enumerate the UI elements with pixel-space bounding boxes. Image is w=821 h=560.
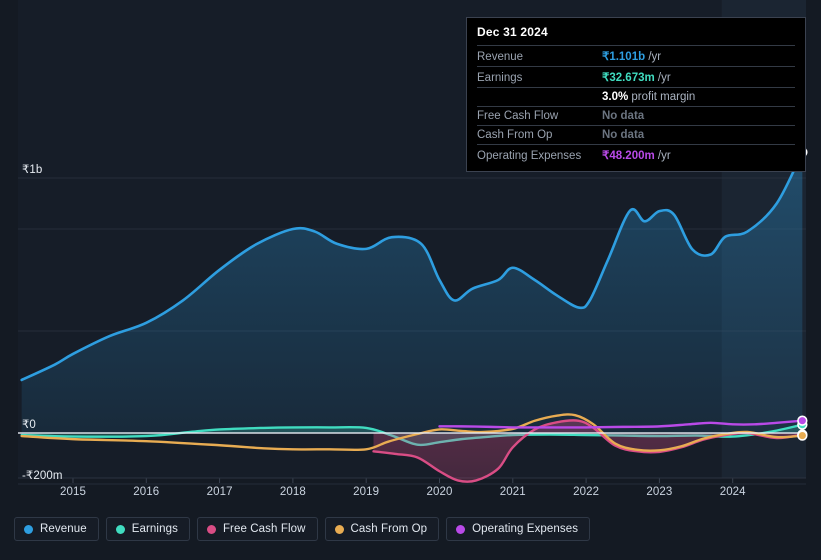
tooltip-row-value: ₹1.101b /yr xyxy=(602,49,661,63)
legend-item-label: Revenue xyxy=(40,523,87,535)
tooltip-row-number: No data xyxy=(602,110,645,122)
x-tick-label: 2023 xyxy=(646,486,673,498)
legend-color-dot-icon xyxy=(24,524,33,534)
legend-item-free-cash-flow[interactable]: Free Cash Flow xyxy=(196,517,318,541)
tooltip-row: 3.0% profit margin xyxy=(477,87,795,106)
tooltip-row-value: ₹48.200m /yr xyxy=(602,148,671,162)
tooltip-row-value: No data xyxy=(602,110,644,122)
tooltip-row-unit: /yr xyxy=(654,72,671,84)
tooltip-row-value: 3.0% profit margin xyxy=(602,91,695,103)
tooltip-row-value: ₹32.673m /yr xyxy=(602,70,671,84)
legend-item-label: Operating Expenses xyxy=(472,523,579,535)
series-end-marker xyxy=(797,415,808,426)
tooltip-row-label: Revenue xyxy=(477,51,524,63)
legend-color-dot-icon xyxy=(456,524,466,534)
tooltip-row-number: No data xyxy=(602,129,645,141)
tooltip-row: Revenue ₹1.101b /yr xyxy=(477,45,795,66)
tooltip-row-label: Cash From Op xyxy=(477,129,553,141)
tooltip-row: Earnings ₹32.673m /yr xyxy=(477,66,795,87)
x-tick-label: 2022 xyxy=(573,486,600,498)
legend-color-dot-icon xyxy=(206,524,216,534)
y-tick-label: ₹0 xyxy=(22,419,36,431)
tooltip-row: Cash From Op No data xyxy=(477,125,795,144)
legend-item-operating-expenses[interactable]: Operating Expenses xyxy=(446,517,591,541)
legend-item-revenue[interactable]: Revenue xyxy=(14,517,99,541)
x-tick-label: 2024 xyxy=(719,486,746,498)
tooltip-row-number: ₹48.200m xyxy=(602,150,655,162)
x-tick-label: 2020 xyxy=(426,486,453,498)
legend-color-dot-icon xyxy=(334,524,344,534)
tooltip-row-number: 3.0% xyxy=(602,91,629,103)
tooltip-row: Free Cash Flow No data xyxy=(477,106,795,125)
x-tick-label: 2018 xyxy=(279,486,306,498)
x-tick-label: 2015 xyxy=(59,486,86,498)
tooltip-row-unit: /yr xyxy=(654,150,671,162)
earnings-revenue-chart-widget: ₹1b ₹0 -₹200m 2015 2016 2017 2018 2019 2020 2021… xyxy=(0,0,821,560)
tooltip-row-number: ₹32.673m xyxy=(602,72,655,84)
legend-item-label: Cash From Op xyxy=(350,523,428,535)
chart-legend[interactable]: Revenue Earnings Free Cash Flow Cash From O… xyxy=(14,517,591,541)
tooltip-row: Operating Expenses ₹48.200m /yr xyxy=(477,144,795,165)
y-tick-label: -₹200m xyxy=(22,470,63,482)
tooltip-row-number: ₹1.101b xyxy=(602,51,646,63)
y-tick-label: ₹1b xyxy=(22,164,43,176)
tooltip-row-label: Earnings xyxy=(477,72,523,84)
tooltip-row-label: Free Cash Flow xyxy=(477,110,559,122)
legend-item-cash-from-op[interactable]: Cash From Op xyxy=(324,517,440,541)
tooltip-rows: Revenue ₹1.101b /yr Earnings ₹32.673m /yr 3.… xyxy=(467,45,805,171)
legend-item-earnings[interactable]: Earnings xyxy=(105,517,190,541)
series-end-marker xyxy=(797,430,808,441)
x-tick-label: 2017 xyxy=(206,486,233,498)
legend-item-label: Earnings xyxy=(131,523,178,535)
x-tick-label: 2021 xyxy=(499,486,526,498)
legend-color-dot-icon xyxy=(115,524,125,534)
x-tick-label: 2019 xyxy=(353,486,380,498)
tooltip-row-label: Operating Expenses xyxy=(477,150,582,162)
data-tooltip: Dec 31 2024 Revenue ₹1.101b /yr Earnings ₹3… xyxy=(466,17,806,172)
tooltip-row-value: No data xyxy=(602,129,644,141)
x-tick-label: 2016 xyxy=(133,486,160,498)
tooltip-date: Dec 31 2024 xyxy=(477,25,548,39)
legend-item-label: Free Cash Flow xyxy=(222,523,306,535)
tooltip-row-unit: /yr xyxy=(645,51,662,63)
tooltip-row-unit: profit margin xyxy=(628,91,696,103)
